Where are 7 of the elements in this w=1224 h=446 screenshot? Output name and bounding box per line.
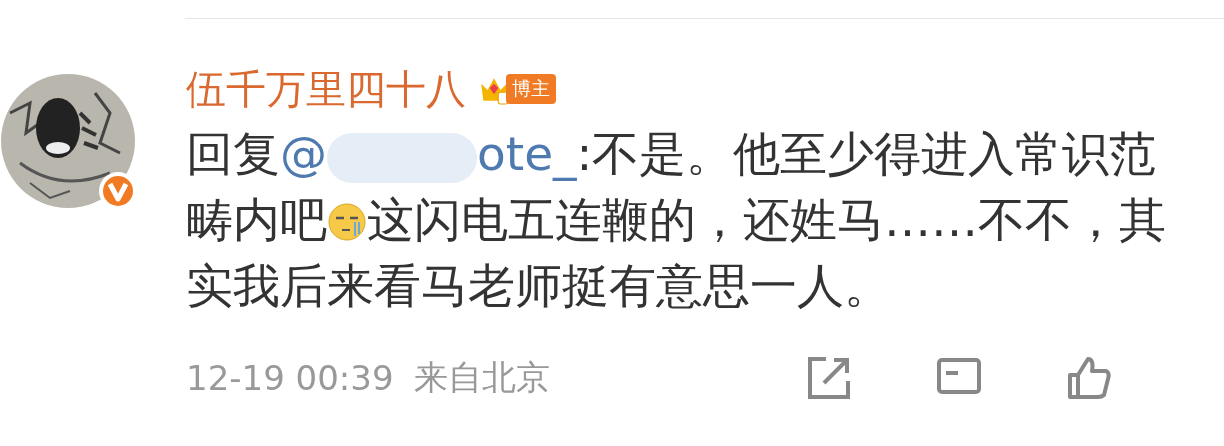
share-icon[interactable] — [806, 355, 852, 401]
comment-text: 回复@ ote_:不是。他至少得进入常识范畴内吧 这闪电五连鞭的，还姓马……不不，其实我后来看马老师挺有意思一人。 — [186, 125, 1167, 315]
author-name[interactable]: 伍千万里四十八 — [186, 61, 466, 117]
emoji-icon — [327, 202, 367, 242]
comment-location: 来自北京 — [413, 356, 550, 399]
comment-time: 12-19 00:39 — [186, 358, 394, 398]
like-icon[interactable] — [1066, 355, 1112, 401]
